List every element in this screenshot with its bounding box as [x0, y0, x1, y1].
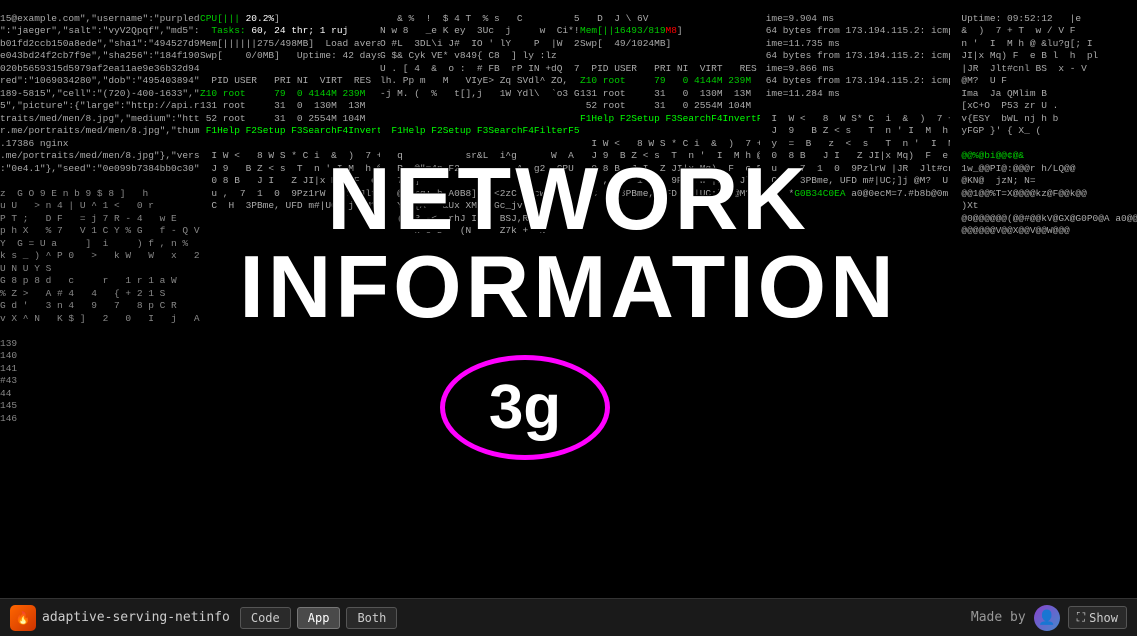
- show-label: Show: [1089, 611, 1118, 625]
- terminal-col-5: ime=9.904 ms 64 bytes from 173.194.115.2…: [760, 0, 950, 598]
- terminal-col-4: D J \ 6V Mem[||16493/819M8] Swp[ 49/1024…: [580, 0, 760, 598]
- show-button[interactable]: ⛶ Show: [1068, 606, 1127, 629]
- toolbar-left: 🔥 adaptive-serving-netinfo Code App Both: [10, 605, 397, 631]
- terminal-col-3: & % ! $ 4 T % s C 5 T Y c N w 8 _e K ey …: [380, 0, 580, 598]
- network-type-circle: 3g: [440, 355, 610, 460]
- made-by-label: Made by: [971, 610, 1026, 625]
- tab-app[interactable]: App: [297, 607, 341, 629]
- main-title: NETWORK INFORMATION: [239, 155, 897, 331]
- title-line1: NETWORK: [239, 155, 897, 243]
- network-type-label: 3g: [489, 372, 561, 443]
- app-icon-emoji: 🔥: [16, 611, 31, 625]
- app-icon: 🔥: [10, 605, 36, 631]
- tab-code[interactable]: Code: [240, 607, 291, 629]
- show-icon: ⛶: [1077, 610, 1085, 625]
- avatar: 👤: [1034, 605, 1060, 631]
- toolbar-right: Made by 👤 ⛶ Show: [971, 605, 1127, 631]
- terminal-col-1: 15@example.com","username":"purpledog678…: [0, 0, 200, 598]
- tab-both[interactable]: Both: [346, 607, 397, 629]
- terminal-col-6: Uptime: 09:52:12 |e & ) 7 + T w / V F n …: [950, 0, 1137, 598]
- toolbar: 🔥 adaptive-serving-netinfo Code App Both…: [0, 598, 1137, 636]
- title-line2: INFORMATION: [239, 243, 897, 331]
- terminal-col-2: CPU[||| 20.2%] Tasks: 60, 24 thr; 1 ruj …: [200, 0, 380, 598]
- app-name-label: adaptive-serving-netinfo: [42, 610, 230, 625]
- avatar-emoji: 👤: [1038, 610, 1055, 626]
